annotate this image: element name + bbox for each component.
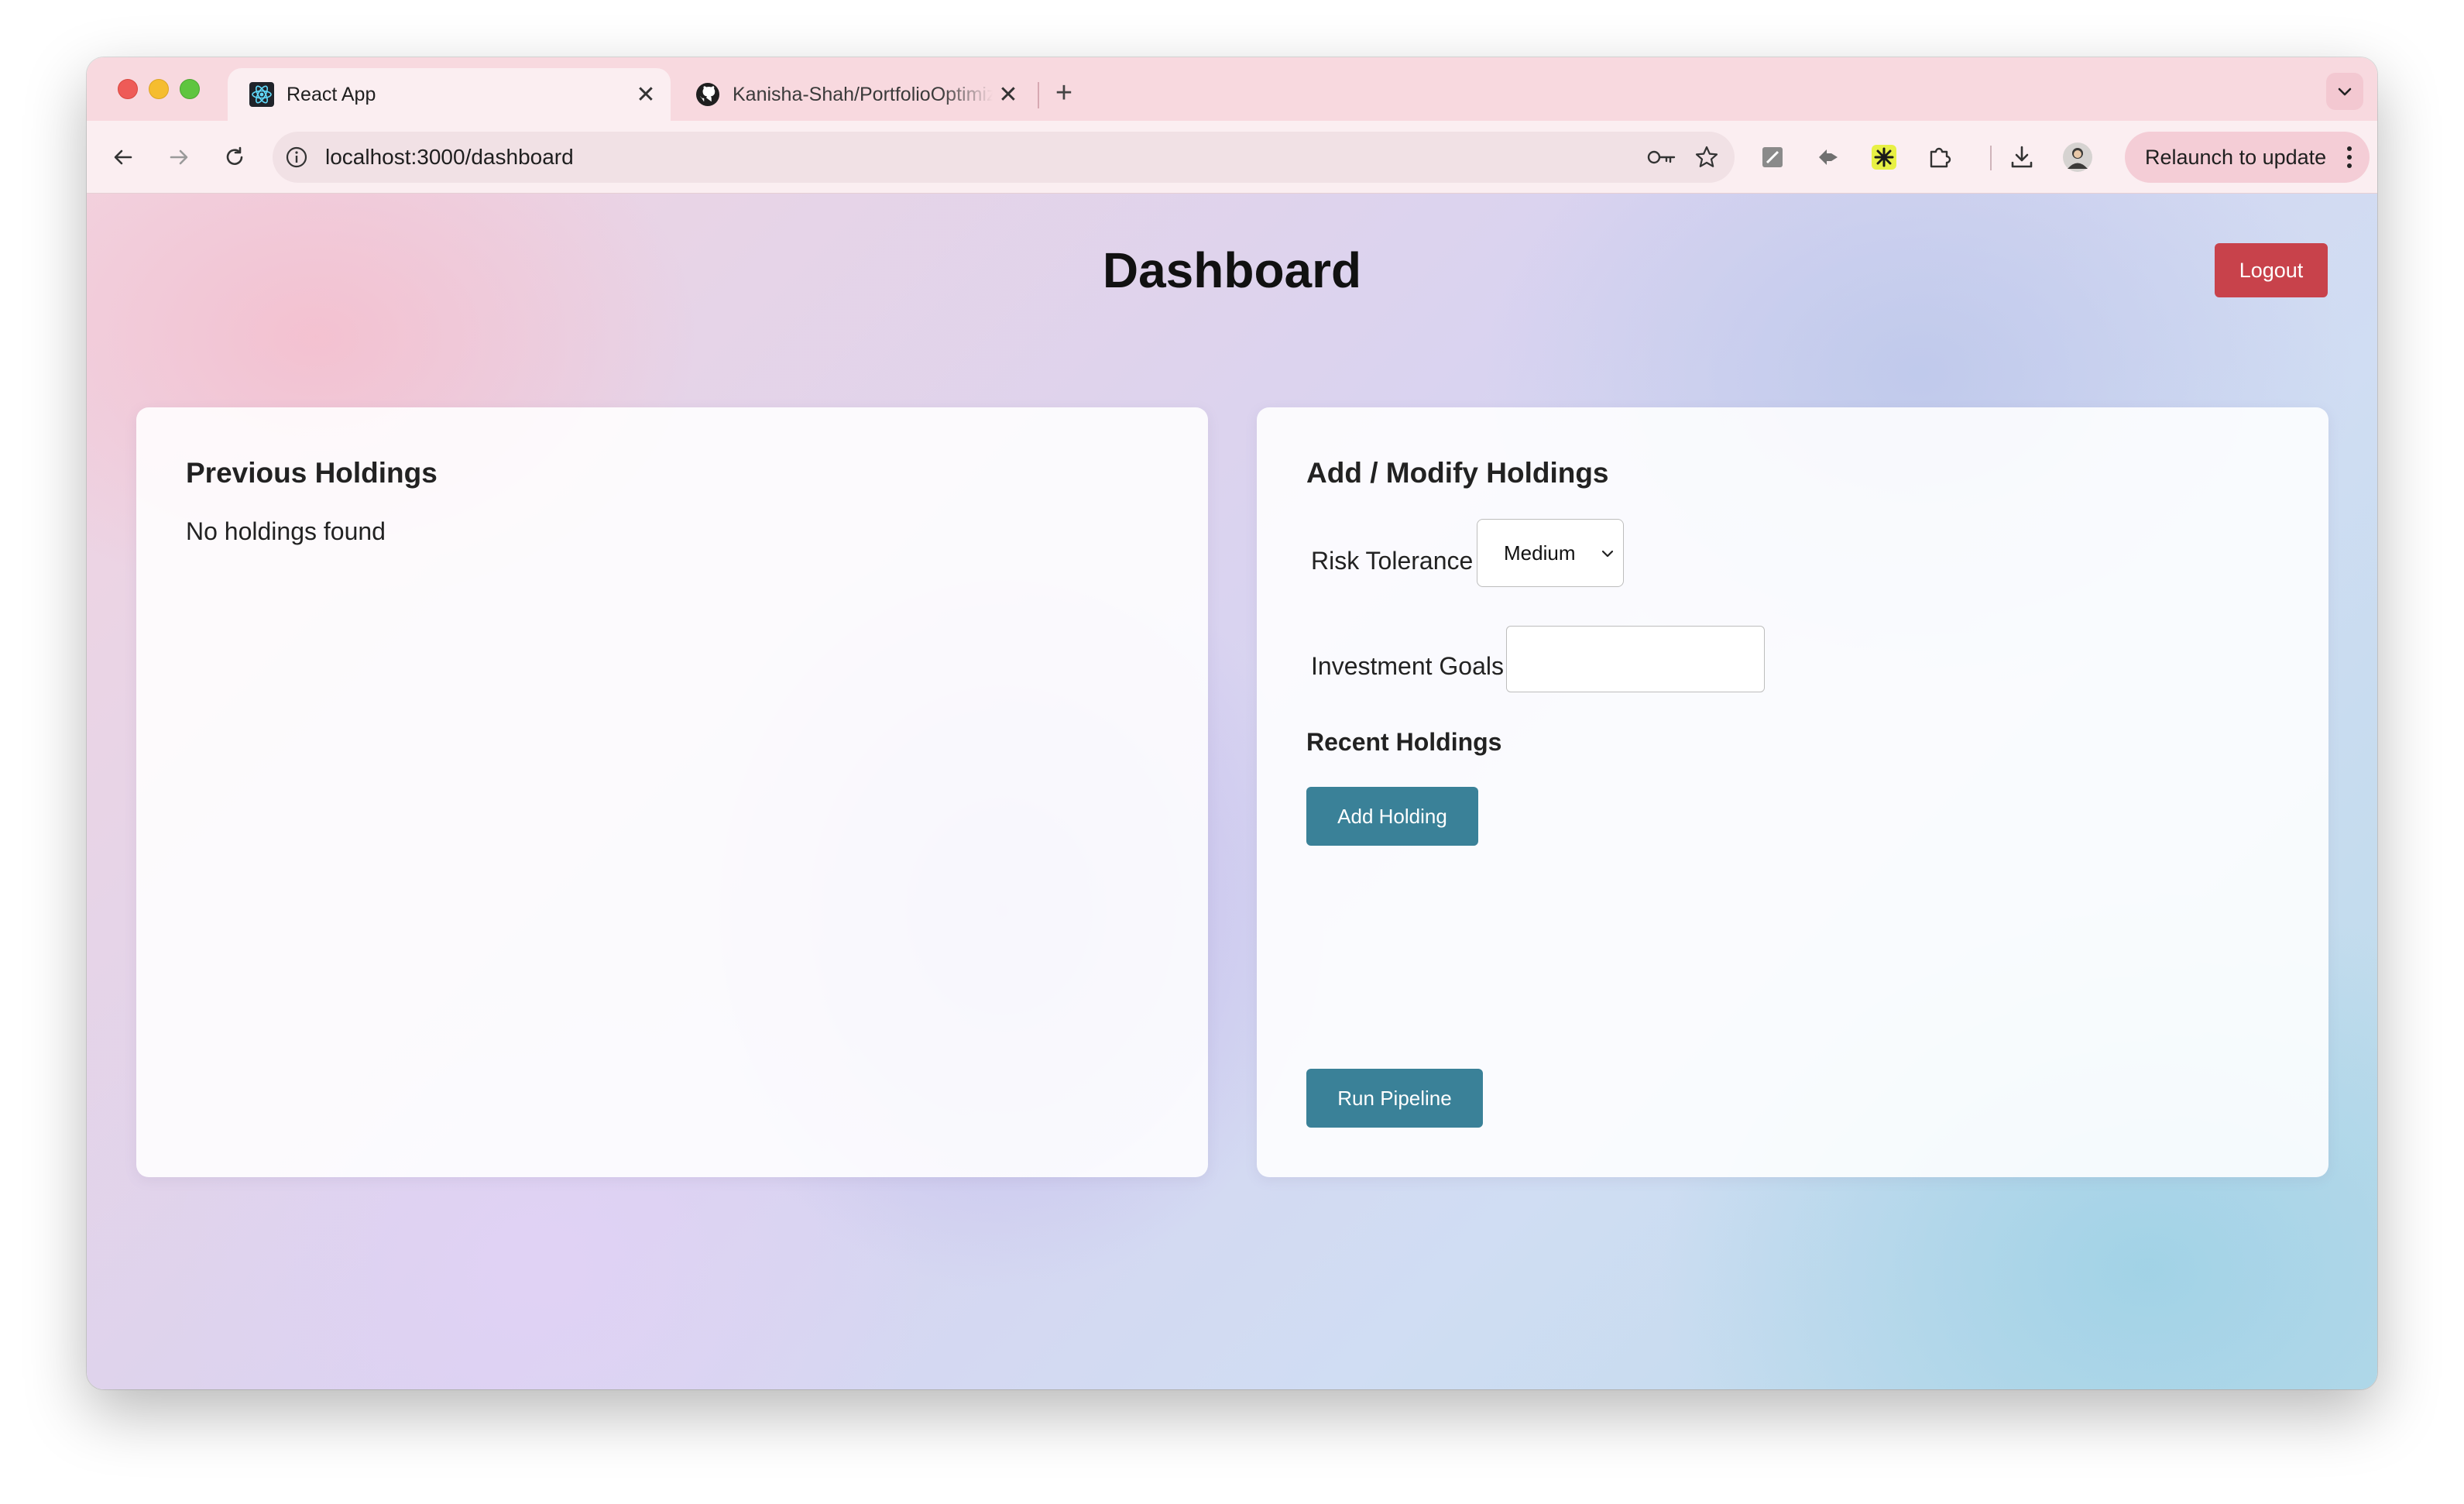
modify-holdings-card: Add / Modify Holdings Risk Tolerance Med… [1257, 407, 2328, 1177]
risk-tolerance-value: Medium [1504, 541, 1576, 565]
dashboard-page: Dashboard Logout Previous Holdings No ho… [87, 194, 2377, 1389]
tab-search-button[interactable] [2326, 73, 2363, 110]
chevron-down-icon [2338, 88, 2352, 96]
password-key-icon[interactable] [1645, 140, 1679, 174]
profile-avatar[interactable] [2058, 138, 2097, 177]
close-window-button[interactable] [118, 79, 138, 99]
forward-arrow-icon [170, 149, 188, 165]
extension-puzzle-arrow-icon[interactable] [1809, 138, 1848, 177]
empty-holdings-message: No holdings found [186, 517, 386, 545]
risk-tolerance-select[interactable]: Medium [1477, 519, 1624, 587]
bookmark-star-icon[interactable] [1690, 140, 1724, 174]
back-arrow-icon [114, 149, 132, 165]
more-menu-icon [2347, 146, 2352, 168]
browser-window: React App ✕ Kanisha-Shah/PortfolioOptimi… [87, 57, 2377, 1389]
add-holding-button[interactable]: Add Holding [1306, 787, 1478, 846]
react-icon [249, 82, 274, 107]
tab-react-app[interactable]: React App ✕ [228, 68, 671, 121]
github-icon [695, 82, 720, 107]
reload-button[interactable] [215, 138, 254, 177]
extension-notes-icon[interactable] [1753, 138, 1792, 177]
back-button[interactable] [104, 138, 142, 177]
page-title: Dashboard [1102, 242, 1362, 298]
url-text[interactable]: localhost:3000/dashboard [325, 145, 1645, 170]
toolbar-separator [1990, 146, 1992, 170]
maximize-window-button[interactable] [180, 79, 200, 99]
reload-icon [226, 146, 243, 165]
investment-goals-label: Investment Goals [1311, 652, 1504, 680]
extensions-puzzle-icon[interactable] [1920, 138, 1959, 177]
download-icon[interactable] [2002, 138, 2041, 177]
investment-goals-input[interactable] [1506, 626, 1765, 692]
browser-toolbar: localhost:3000/dashboard Relaunch to upd… [87, 121, 2377, 194]
tab-title: React App [287, 83, 376, 105]
chevron-down-icon [1601, 550, 1614, 558]
site-info-icon[interactable] [283, 144, 310, 170]
previous-holdings-heading: Previous Holdings [186, 457, 438, 489]
tab-github[interactable]: Kanisha-Shah/PortfolioOptimization ✕ [677, 68, 1033, 121]
close-tab-icon[interactable]: ✕ [630, 79, 661, 110]
address-bar[interactable]: localhost:3000/dashboard [273, 132, 1735, 183]
previous-holdings-card: Previous Holdings No holdings found [136, 407, 1208, 1177]
tab-strip: React App ✕ Kanisha-Shah/PortfolioOptimi… [87, 57, 2377, 121]
relaunch-label: Relaunch to update [2145, 145, 2327, 169]
risk-tolerance-label: Risk Tolerance [1311, 547, 1474, 575]
recent-holdings-heading: Recent Holdings [1306, 728, 1502, 756]
tab-title: Kanisha-Shah/PortfolioOptimization [733, 83, 993, 105]
modify-holdings-heading: Add / Modify Holdings [1306, 457, 1609, 489]
close-tab-icon[interactable]: ✕ [993, 79, 1024, 110]
extension-sparkle-icon[interactable] [1865, 138, 1903, 177]
minimize-window-button[interactable] [149, 79, 169, 99]
logout-button[interactable]: Logout [2215, 243, 2328, 297]
tab-separator [1038, 82, 1039, 108]
new-tab-button[interactable]: + [1047, 76, 1081, 110]
run-pipeline-button[interactable]: Run Pipeline [1306, 1069, 1483, 1128]
relaunch-update-button[interactable]: Relaunch to update [2125, 132, 2370, 183]
forward-button[interactable] [160, 138, 198, 177]
